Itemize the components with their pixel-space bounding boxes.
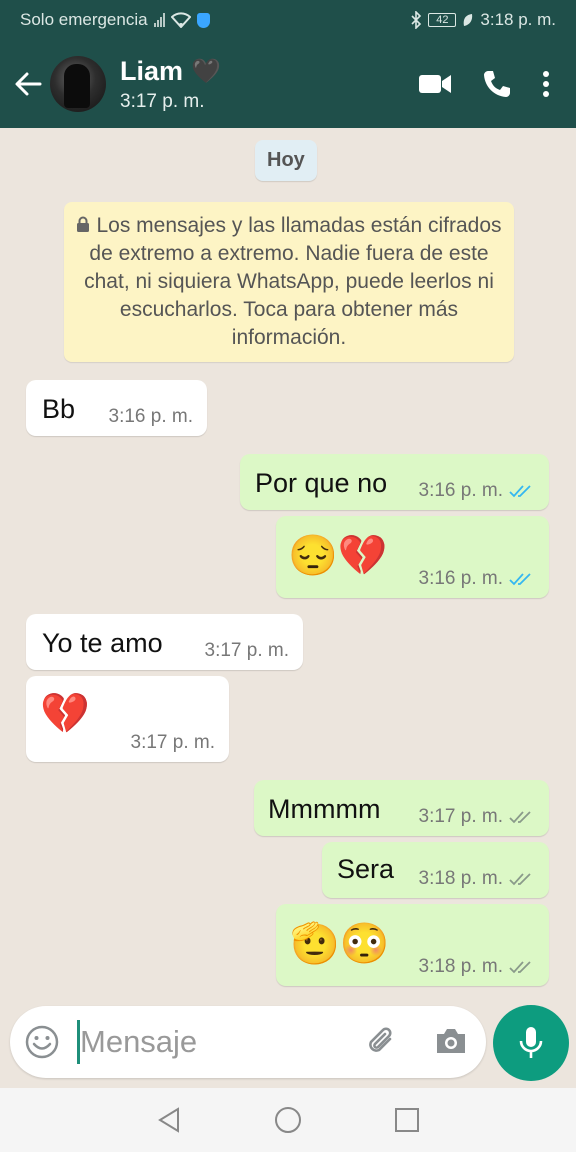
- message-bubble-incoming[interactable]: 💔 3:17 p. m.: [26, 676, 229, 762]
- message-time: 3:17 p. m.: [130, 732, 216, 753]
- message-emoji: 💔: [40, 692, 90, 736]
- message-bubble-incoming[interactable]: Yo te amo 3:17 p. m.: [26, 614, 303, 670]
- wifi-icon: [170, 12, 191, 28]
- message-time: 3:18 p. m.: [418, 868, 504, 889]
- message-time: 3:18 p. m.: [418, 956, 504, 977]
- clock-time: 3:18 p. m.: [480, 10, 556, 29]
- delivered-double-check-icon: [509, 811, 531, 824]
- message-composer: Mensaje: [10, 1006, 486, 1078]
- voice-call-icon[interactable]: [482, 69, 512, 99]
- message-bubble-outgoing[interactable]: Por que no 3:16 p. m.: [240, 454, 549, 510]
- message-time: 3:16 p. m.: [418, 480, 504, 501]
- message-bubble-outgoing[interactable]: 😔💔 3:16 p. m.: [276, 516, 549, 598]
- microphone-icon: [519, 1027, 543, 1058]
- bluetooth-icon: [411, 11, 422, 29]
- nav-back-triangle-icon[interactable]: [156, 1106, 182, 1134]
- read-double-check-icon: [509, 573, 531, 586]
- message-list[interactable]: Hoy Los mensajes y las llamadas están ci…: [0, 128, 576, 1000]
- contact-name: Liam: [120, 55, 184, 86]
- lock-icon: [77, 216, 90, 232]
- message-time: 3:17 p. m.: [204, 640, 290, 661]
- contact-info[interactable]: Liam 🖤 3:17 p. m.: [120, 56, 221, 113]
- no-signal-icon: [153, 13, 165, 27]
- arrow-left-icon: [15, 72, 42, 96]
- message-text: Bb: [42, 394, 76, 424]
- nav-recents-square-icon[interactable]: [394, 1107, 420, 1133]
- message-bubble-outgoing[interactable]: Sera 3:18 p. m.: [322, 842, 549, 898]
- security-shield-icon: [196, 12, 210, 28]
- delivered-double-check-icon: [509, 873, 531, 886]
- message-time: 3:16 p. m.: [108, 406, 194, 427]
- message-bubble-outgoing[interactable]: Mmmmm 3:17 p. m.: [254, 780, 549, 836]
- encryption-notice-text: Los mensajes y las llamadas están cifrad…: [84, 214, 502, 349]
- delivered-double-check-icon: [509, 961, 531, 974]
- contact-name-emoji: 🖤: [191, 57, 221, 85]
- message-input[interactable]: Mensaje: [80, 1024, 197, 1060]
- back-button[interactable]: [0, 56, 56, 112]
- last-seen: 3:17 p. m.: [120, 90, 205, 112]
- emoji-icon[interactable]: [24, 1024, 60, 1060]
- message-time: 3:17 p. m.: [418, 806, 504, 827]
- message-bubble-incoming[interactable]: Bb 3:16 p. m.: [26, 380, 207, 436]
- read-double-check-icon: [509, 485, 531, 498]
- message-emoji: 🫡😳: [290, 922, 390, 966]
- nav-home-circle-icon[interactable]: [274, 1106, 302, 1134]
- message-bubble-outgoing[interactable]: 🫡😳 3:18 p. m.: [276, 904, 549, 986]
- camera-icon[interactable]: [434, 1026, 468, 1056]
- system-nav-bar: [0, 1088, 576, 1152]
- attachment-clip-icon[interactable]: [364, 1024, 400, 1060]
- more-options-icon[interactable]: [542, 70, 550, 98]
- contact-avatar[interactable]: [50, 56, 106, 112]
- chat-header: Liam 🖤 3:17 p. m.: [0, 40, 576, 128]
- date-separator: Hoy: [255, 140, 317, 181]
- message-time: 3:16 p. m.: [418, 568, 504, 589]
- battery-indicator: 42: [428, 13, 457, 27]
- video-call-icon[interactable]: [418, 73, 452, 95]
- message-emoji: 😔💔: [288, 534, 388, 578]
- status-bar: Solo emergencia 42 3:18 p. m.: [0, 0, 576, 40]
- message-text: Por que no: [255, 468, 388, 498]
- message-text: Mmmmm: [268, 794, 381, 824]
- battery-saver-leaf-icon: [464, 14, 473, 26]
- message-text: Yo te amo: [42, 628, 163, 658]
- voice-note-button[interactable]: [493, 1005, 569, 1081]
- encryption-notice[interactable]: Los mensajes y las llamadas están cifrad…: [64, 202, 514, 362]
- message-text: Sera: [337, 854, 395, 884]
- carrier-text: Solo emergencia: [20, 10, 148, 29]
